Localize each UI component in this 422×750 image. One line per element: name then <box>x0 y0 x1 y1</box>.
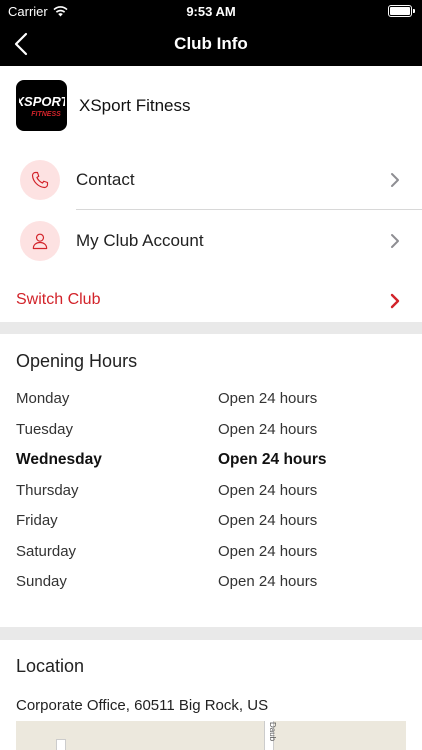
hours-value: Open 24 hours <box>218 573 318 590</box>
location-map[interactable]: Daub <box>16 721 406 750</box>
chevron-right-icon <box>391 234 399 248</box>
hours-day: Sunday <box>16 573 67 590</box>
hours-day: Saturday <box>16 542 77 560</box>
xsport-logo-icon: XSPORT FITNESS <box>19 94 65 118</box>
opening-hours-title: Opening Hours <box>16 351 138 371</box>
contact-row[interactable]: Contact <box>0 150 422 210</box>
hours-day: Tuesday <box>16 420 73 438</box>
hours-row-wednesday: Wednesday Open 24 hours <box>16 451 416 482</box>
hours-value: Open 24 hours <box>218 481 318 499</box>
nav-bar: Club Info <box>0 22 422 66</box>
status-bar: Carrier 9:53 AM <box>0 0 422 22</box>
hours-row-tuesday: Tuesday Open 24 hours <box>16 421 416 452</box>
hours-list: Monday Open 24 hours Tuesday Open 24 hou… <box>16 390 416 604</box>
hours-value: Open 24 hours <box>218 390 318 407</box>
hours-day: Wednesday <box>16 451 102 468</box>
location-card: Location Corporate Office, 60511 Big Roc… <box>0 640 422 750</box>
map-road <box>56 739 66 750</box>
hours-row-sunday: Sunday Open 24 hours <box>16 573 416 604</box>
account-icon-circle <box>20 221 60 261</box>
hours-day: Thursday <box>16 481 79 499</box>
switch-club-link[interactable]: Switch Club <box>16 291 100 309</box>
location-address: Corporate Office, 60511 Big Rock, US <box>16 697 269 714</box>
hours-value: Open 24 hours <box>218 420 318 438</box>
hours-row-friday: Friday Open 24 hours <box>16 512 416 543</box>
hours-day: Friday <box>16 512 58 529</box>
chevron-right-icon <box>391 173 399 187</box>
chevron-right-icon[interactable] <box>390 293 400 309</box>
hours-row-thursday: Thursday Open 24 hours <box>16 482 416 513</box>
row-divider <box>76 209 422 210</box>
map-road-label: Daub <box>268 722 277 742</box>
hours-day: Monday <box>16 390 70 407</box>
my-club-account-label: My Club Account <box>76 231 204 250</box>
hours-value: Open 24 hours <box>218 542 318 560</box>
hours-value: Open 24 hours <box>218 512 318 529</box>
contact-icon-circle <box>20 160 60 200</box>
svg-text:XSPORT: XSPORT <box>19 94 65 109</box>
club-name: XSport Fitness <box>79 95 191 115</box>
club-card: XSPORT FITNESS XSport Fitness Contact My… <box>0 66 422 322</box>
phone-icon <box>31 171 49 189</box>
hours-row-monday: Monday Open 24 hours <box>16 390 416 421</box>
user-icon <box>32 233 48 250</box>
hours-value: Open 24 hours <box>218 451 327 468</box>
club-header: XSPORT FITNESS XSport Fitness <box>16 80 191 131</box>
svg-text:FITNESS: FITNESS <box>31 111 61 118</box>
hours-row-saturday: Saturday Open 24 hours <box>16 543 416 574</box>
contact-label: Contact <box>76 170 135 189</box>
status-time: 9:53 AM <box>186 4 236 19</box>
battery-icon <box>388 5 415 17</box>
club-logo: XSPORT FITNESS <box>16 80 67 131</box>
location-title: Location <box>16 656 85 676</box>
my-club-account-row[interactable]: My Club Account <box>0 211 422 271</box>
page-title: Club Info <box>174 34 248 53</box>
opening-hours-card: Opening Hours Monday Open 24 hours Tuesd… <box>0 334 422 627</box>
